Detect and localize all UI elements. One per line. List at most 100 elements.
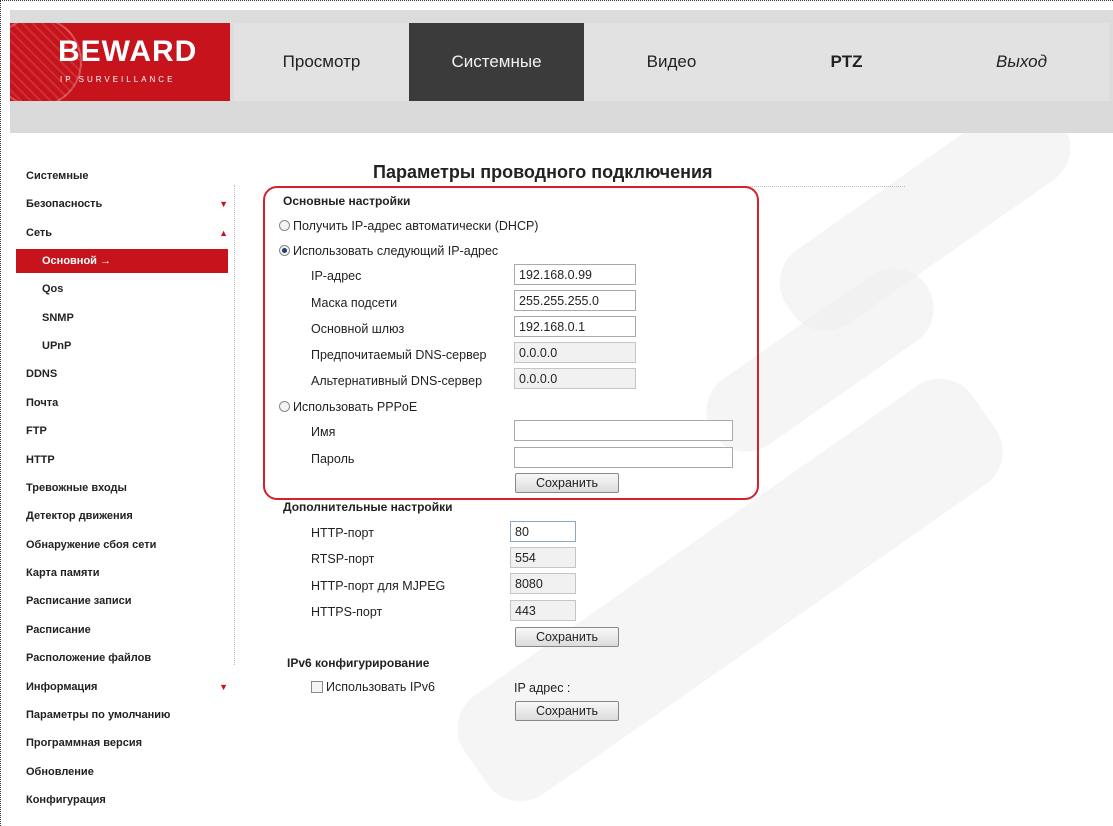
- static-ip-option[interactable]: Использовать следующий IP-адрес: [279, 244, 498, 258]
- chevron-up-icon[interactable]: ▲: [219, 219, 228, 247]
- chevron-down-icon[interactable]: ▼: [219, 673, 228, 701]
- logo-brand: BEWARD: [58, 35, 198, 68]
- tab-view[interactable]: Просмотр: [234, 23, 409, 101]
- sidebar-item-label: Обновление: [26, 765, 94, 778]
- tab-video[interactable]: Видео: [584, 23, 759, 101]
- sidebar-item-label: Обнаружение сбоя сети: [26, 538, 157, 551]
- https-port-label: HTTPS-порт: [311, 605, 383, 619]
- static-ip-label: Использовать следующий IP-адрес: [293, 244, 499, 258]
- sidebar-item-label: Информация: [26, 680, 98, 693]
- sidebar-item-alarm-inputs[interactable]: Тревожные входы: [0, 474, 236, 502]
- pppoe-option[interactable]: Использовать PPPoE: [279, 400, 417, 414]
- sidebar-item-configuration[interactable]: Конфигурация: [0, 786, 236, 814]
- sidebar-item-label: Сеть: [26, 226, 53, 239]
- main-nav: Просмотр Системные Видео PTZ Выход: [234, 23, 1109, 101]
- gateway-input[interactable]: [514, 316, 636, 337]
- tab-logout[interactable]: Выход: [934, 23, 1109, 101]
- sidebar-item-ddns[interactable]: DDNS: [0, 360, 236, 388]
- sidebar-item-label: Параметры по умолчанию: [26, 709, 171, 722]
- mjpeg-port-label: HTTP-порт для MJPEG: [311, 579, 446, 593]
- sidebar-item-label: Карта памяти: [26, 567, 100, 580]
- sidebar-item-label: Расписание: [26, 623, 91, 636]
- save-basic-button[interactable]: Сохранить: [515, 473, 619, 493]
- pppoe-name-input[interactable]: [514, 420, 733, 441]
- subnet-mask-input[interactable]: [514, 290, 636, 311]
- sidebar-item-schedule[interactable]: Расписание: [0, 616, 236, 644]
- sidebar-item-label: Детектор движения: [26, 510, 133, 523]
- sidebar-item-snmp[interactable]: SNMP: [0, 304, 236, 332]
- pppoe-radio[interactable]: [279, 401, 290, 412]
- dhcp-option[interactable]: Получить IP-адрес автоматически (DHCP): [279, 219, 538, 233]
- save-ipv6-button[interactable]: Сохранить: [515, 701, 619, 721]
- pppoe-label: Использовать PPPoE: [293, 400, 418, 414]
- rtsp-port-label: RTSP-порт: [311, 552, 375, 566]
- https-port-input[interactable]: [510, 600, 576, 621]
- sidebar-item-label: Расположение файлов: [26, 652, 152, 665]
- tab-ptz[interactable]: PTZ: [759, 23, 934, 101]
- sidebar-item-label: Почта: [26, 396, 59, 409]
- sidebar-item-record-schedule[interactable]: Расписание записи: [0, 587, 236, 615]
- sidebar-item-label: UPnP: [42, 339, 72, 352]
- http-port-input[interactable]: [510, 521, 576, 542]
- dns-primary-label: Предпочитаемый DNS-сервер: [311, 348, 487, 362]
- sub-bar: [10, 101, 1113, 133]
- sidebar-item-file-location[interactable]: Расположение файлов: [0, 644, 236, 672]
- sidebar-item-qos[interactable]: Qos: [0, 275, 236, 303]
- top-bar: BEWARD IP SURVEILLANCE Просмотр Системны…: [10, 10, 1113, 133]
- sidebar-item-mail[interactable]: Почта: [0, 389, 236, 417]
- pppoe-password-label: Пароль: [311, 452, 355, 466]
- sidebar-item-system[interactable]: Системные: [0, 162, 236, 190]
- page-title: Параметры проводного подключения: [373, 162, 713, 182]
- sidebar-item-label: Системные: [26, 170, 89, 182]
- http-port-label: HTTP-порт: [311, 526, 374, 540]
- sidebar-item-label: HTTP: [26, 453, 55, 466]
- dns-secondary-input[interactable]: [514, 368, 636, 389]
- ipv6-label: Использовать IPv6: [326, 680, 435, 694]
- sidebar-item-label: FTP: [26, 425, 47, 438]
- beward-logo: BEWARD IP SURVEILLANCE: [10, 23, 230, 101]
- dns-primary-input[interactable]: [514, 342, 636, 363]
- save-advanced-button[interactable]: Сохранить: [515, 627, 619, 647]
- sidebar-item-network[interactable]: Сеть ▲: [0, 219, 236, 247]
- sidebar-item-label: Тревожные входы: [26, 481, 127, 494]
- gateway-label: Основной шлюз: [311, 322, 405, 336]
- sidebar-item-memory-card[interactable]: Карта памяти: [0, 559, 236, 587]
- pppoe-password-input[interactable]: [514, 447, 733, 468]
- sidebar-item-label: Программная версия: [26, 737, 143, 750]
- sidebar-item-motion-detector[interactable]: Детектор движения: [0, 502, 236, 530]
- chevron-down-icon[interactable]: ▼: [219, 190, 228, 218]
- mjpeg-port-input[interactable]: [510, 573, 576, 594]
- sidebar-item-label: Qos: [42, 283, 64, 296]
- subnet-mask-label: Маска подсети: [311, 296, 398, 310]
- sidebar-item-label: SNMP: [42, 311, 74, 324]
- sidebar-item-label: DDNS: [26, 368, 58, 381]
- sidebar-item-network-failure[interactable]: Обнаружение сбоя сети: [0, 531, 236, 559]
- sidebar: Системные Безопасность ▼ Сеть ▲ Основной →…: [0, 162, 236, 815]
- sidebar-item-firmware-version[interactable]: Программная версия: [0, 729, 236, 757]
- static-ip-radio[interactable]: [279, 245, 290, 256]
- ip-address-input[interactable]: [514, 264, 636, 285]
- ipv6-option[interactable]: Использовать IPv6: [311, 680, 435, 694]
- sidebar-item-http[interactable]: HTTP: [0, 446, 236, 474]
- ipv6-heading: IPv6 конфигурирование: [287, 656, 430, 670]
- sidebar-item-upnp[interactable]: UPnP: [0, 332, 236, 360]
- arrow-right-icon: →: [100, 255, 111, 268]
- rtsp-port-input[interactable]: [510, 547, 576, 568]
- tab-system[interactable]: Системные: [409, 23, 584, 101]
- sidebar-item-update[interactable]: Обновление: [0, 758, 236, 786]
- sidebar-item-label: Безопасность: [26, 198, 103, 211]
- basic-settings-heading: Основные настройки: [283, 194, 411, 208]
- ipv6-checkbox[interactable]: [311, 681, 323, 693]
- ipv6-address-label: IP адрес :: [514, 681, 571, 695]
- sidebar-item-ftp[interactable]: FTP: [0, 417, 236, 445]
- sidebar-item-security[interactable]: Безопасность ▼: [0, 190, 236, 218]
- advanced-settings-heading: Дополнительные настройки: [283, 500, 453, 514]
- ip-address-label: IP-адрес: [311, 269, 362, 283]
- sidebar-item-information[interactable]: Информация ▼: [0, 673, 236, 701]
- logo-tagline: IP SURVEILLANCE: [60, 75, 176, 84]
- sidebar-item-label: Расписание записи: [26, 595, 132, 608]
- pppoe-name-label: Имя: [311, 425, 336, 439]
- dhcp-radio[interactable]: [279, 220, 290, 231]
- sidebar-item-basic[interactable]: Основной →: [16, 249, 228, 274]
- sidebar-item-defaults[interactable]: Параметры по умолчанию: [0, 701, 236, 729]
